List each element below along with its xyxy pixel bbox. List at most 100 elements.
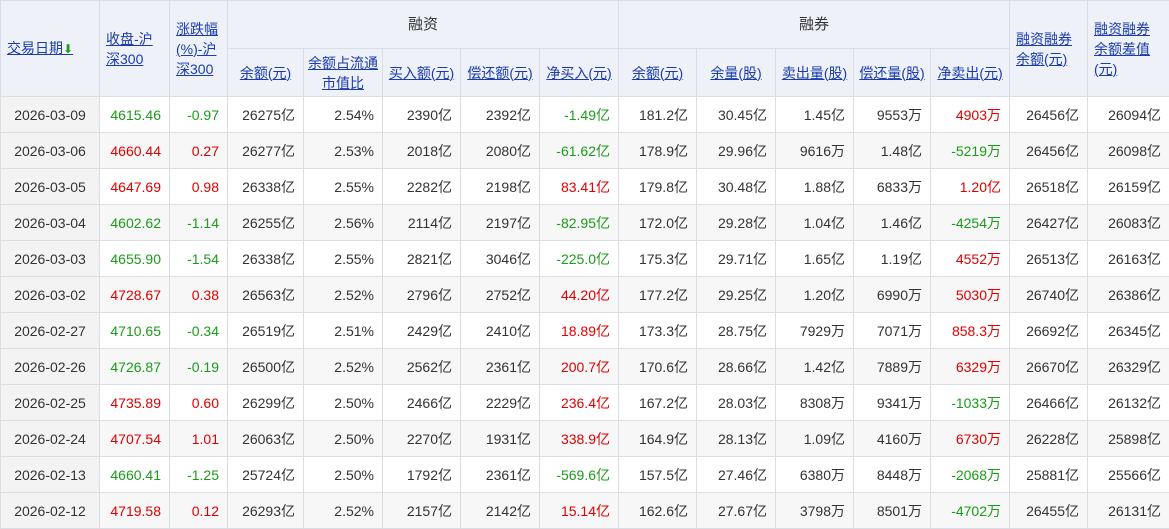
cell-rq-repay: 4160万 (853, 420, 931, 457)
cell-rq-volume: 28.03亿 (696, 384, 776, 421)
cell-rz-ratio: 2.55% (303, 168, 383, 205)
cell-rq-balance: 167.2亿 (618, 384, 697, 421)
rz-group-header: 融资 (227, 0, 619, 49)
rz-ratio-header[interactable]: 余额占流通市值比 (303, 48, 383, 97)
cell-rq-net: -4702万 (930, 492, 1010, 529)
cell-close: 4655.90 (99, 240, 170, 277)
cell-close: 4660.44 (99, 132, 170, 169)
cell-total: 26456亿 (1009, 96, 1088, 133)
cell-close: 4728.67 (99, 276, 170, 313)
cell-rq-sell: 6380万 (775, 456, 854, 493)
cell-rq-balance: 162.6亿 (618, 492, 697, 529)
cell-total: 26513亿 (1009, 240, 1088, 277)
table-row: 2026-02-13 4660.41 -1.25 25724亿 2.50% 1792亿 23… (0, 456, 1169, 493)
cell-rq-net: -2068万 (930, 456, 1010, 493)
cell-total: 26740亿 (1009, 276, 1088, 313)
sort-date-header[interactable]: 交易日期⬇ (0, 0, 100, 97)
rz-net-header[interactable]: 净买入(元) (539, 48, 619, 97)
cell-total: 26455亿 (1009, 492, 1088, 529)
cell-total: 26427亿 (1009, 204, 1088, 241)
cell-rz-ratio: 2.50% (303, 456, 383, 493)
cell-rz-balance: 26299亿 (227, 384, 304, 421)
total-balance-header[interactable]: 融资融券余额(元) (1009, 0, 1088, 97)
diff-balance-header[interactable]: 融资融券余额差值(元) (1087, 0, 1169, 97)
cell-rz-buy: 2562亿 (382, 348, 461, 385)
close-header[interactable]: 收盘-沪深300 (99, 0, 170, 97)
cell-rq-balance: 178.9亿 (618, 132, 697, 169)
cell-rq-sell: 1.20亿 (775, 276, 854, 313)
cell-rq-sell: 8308万 (775, 384, 854, 421)
rq-balance-header[interactable]: 余额(元) (618, 48, 697, 97)
cell-rz-buy: 2466亿 (382, 384, 461, 421)
change-header[interactable]: 涨跌幅(%)-沪深300 (169, 0, 228, 97)
cell-rq-sell: 1.88亿 (775, 168, 854, 205)
table-row: 2026-02-25 4735.89 0.60 26299亿 2.50% 2466亿 222… (0, 384, 1169, 421)
cell-change: 0.27 (169, 132, 228, 169)
cell-rz-repay: 2198亿 (460, 168, 540, 205)
cell-rz-net: 200.7亿 (539, 348, 619, 385)
cell-rz-balance: 26338亿 (227, 168, 304, 205)
cell-total: 25881亿 (1009, 456, 1088, 493)
cell-diff: 26132亿 (1087, 384, 1169, 421)
rz-repay-header[interactable]: 偿还额(元) (460, 48, 540, 97)
cell-rz-repay: 2361亿 (460, 348, 540, 385)
cell-rq-volume: 30.45亿 (696, 96, 776, 133)
cell-rq-sell: 7929万 (775, 312, 854, 349)
table-row: 2026-03-03 4655.90 -1.54 26338亿 2.55% 2821亿 30… (0, 240, 1169, 277)
cell-date: 2026-02-26 (0, 348, 100, 385)
rz-buy-header[interactable]: 买入额(元) (382, 48, 461, 97)
cell-rz-balance: 26293亿 (227, 492, 304, 529)
cell-rq-sell: 1.04亿 (775, 204, 854, 241)
rz-balance-header[interactable]: 余额(元) (227, 48, 304, 97)
cell-diff: 26094亿 (1087, 96, 1169, 133)
rq-net-header[interactable]: 净卖出(元) (930, 48, 1010, 97)
cell-rq-balance: 179.8亿 (618, 168, 697, 205)
cell-date: 2026-03-04 (0, 204, 100, 241)
cell-diff: 26163亿 (1087, 240, 1169, 277)
cell-date: 2026-02-24 (0, 420, 100, 457)
cell-rz-net: -82.95亿 (539, 204, 619, 241)
cell-rz-ratio: 2.56% (303, 204, 383, 241)
cell-rq-repay: 9341万 (853, 384, 931, 421)
cell-rq-sell: 1.45亿 (775, 96, 854, 133)
cell-close: 4735.89 (99, 384, 170, 421)
cell-rz-buy: 2796亿 (382, 276, 461, 313)
cell-rz-repay: 2197亿 (460, 204, 540, 241)
sort-down-icon: ⬇ (63, 42, 74, 56)
cell-date: 2026-02-27 (0, 312, 100, 349)
cell-rq-volume: 30.48亿 (696, 168, 776, 205)
cell-rz-balance: 26519亿 (227, 312, 304, 349)
cell-diff: 26131亿 (1087, 492, 1169, 529)
cell-rq-sell: 1.09亿 (775, 420, 854, 457)
cell-rz-ratio: 2.51% (303, 312, 383, 349)
cell-rq-net: 4903万 (930, 96, 1010, 133)
cell-rz-buy: 2270亿 (382, 420, 461, 457)
rq-volume-header[interactable]: 余量(股) (696, 48, 776, 97)
cell-rq-repay: 1.46亿 (853, 204, 931, 241)
cell-rq-balance: 170.6亿 (618, 348, 697, 385)
cell-close: 4602.62 (99, 204, 170, 241)
rq-group-header: 融券 (618, 0, 1010, 49)
cell-rz-buy: 2429亿 (382, 312, 461, 349)
rq-sell-header[interactable]: 卖出量(股) (775, 48, 854, 97)
cell-rz-balance: 26275亿 (227, 96, 304, 133)
cell-rz-buy: 2157亿 (382, 492, 461, 529)
cell-rq-balance: 175.3亿 (618, 240, 697, 277)
cell-rz-net: 83.41亿 (539, 168, 619, 205)
cell-close: 4707.54 (99, 420, 170, 457)
cell-diff: 26083亿 (1087, 204, 1169, 241)
cell-rq-balance: 157.5亿 (618, 456, 697, 493)
cell-diff: 25898亿 (1087, 420, 1169, 457)
cell-rq-volume: 28.75亿 (696, 312, 776, 349)
cell-date: 2026-03-03 (0, 240, 100, 277)
cell-rz-ratio: 2.50% (303, 384, 383, 421)
rq-repay-header[interactable]: 偿还量(股) (853, 48, 931, 97)
table-header: 交易日期⬇ 收盘-沪深300 涨跌幅(%)-沪深300 融资 融券 融资融券余额… (0, 0, 1169, 97)
cell-rz-ratio: 2.52% (303, 492, 383, 529)
cell-date: 2026-02-25 (0, 384, 100, 421)
cell-rq-sell: 9616万 (775, 132, 854, 169)
cell-rz-repay: 2392亿 (460, 96, 540, 133)
cell-rq-balance: 177.2亿 (618, 276, 697, 313)
cell-rz-net: 15.14亿 (539, 492, 619, 529)
table-row: 2026-03-04 4602.62 -1.14 26255亿 2.56% 2114亿 21… (0, 204, 1169, 241)
